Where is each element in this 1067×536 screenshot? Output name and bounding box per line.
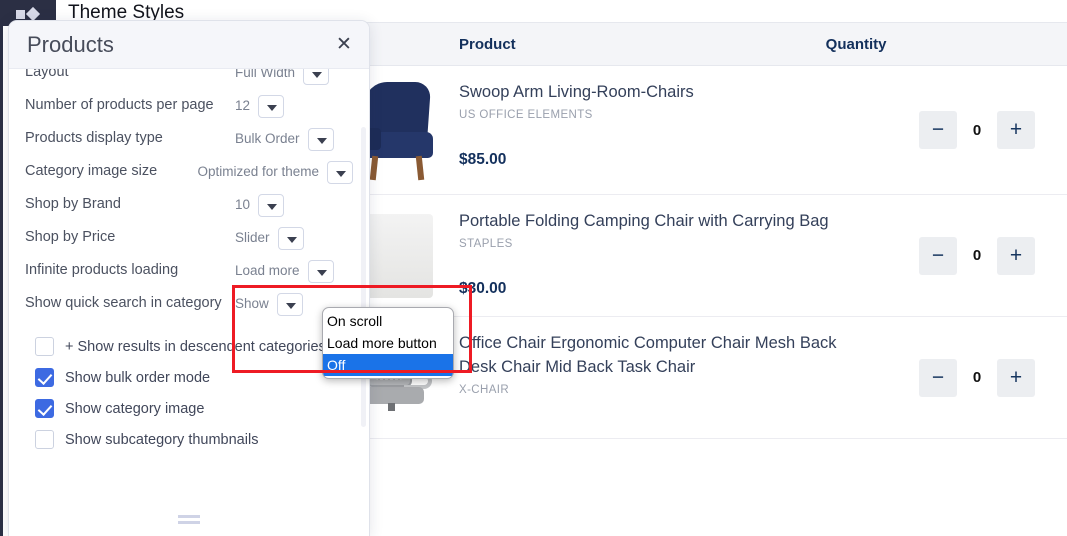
- quantity-stepper[interactable]: − 0 +: [879, 331, 1067, 424]
- folding-chair-image: [363, 213, 433, 298]
- quantity-decrement-button[interactable]: −: [919, 236, 957, 275]
- logo-diamond-shape: [25, 6, 41, 22]
- chevron-down-icon[interactable]: [258, 194, 285, 217]
- product-price: $85.00: [459, 151, 507, 168]
- navy-armchair-image: [359, 80, 437, 181]
- setting-row-products-display-type[interactable]: Products display type Bulk Order: [25, 123, 353, 156]
- checkbox-subcategory-thumbnails[interactable]: [35, 430, 54, 449]
- product-brand: STAPLES: [459, 238, 513, 250]
- setting-value: Full Width: [235, 69, 296, 80]
- setting-row-category-image-size[interactable]: Category image size Optimized for theme: [25, 156, 353, 189]
- chevron-down-icon[interactable]: [327, 161, 353, 184]
- table-header-row: Product Quantity: [337, 23, 1067, 66]
- setting-value: Bulk Order: [235, 131, 300, 146]
- quantity-increment-button[interactable]: +: [997, 358, 1035, 397]
- column-header-product: Product: [459, 35, 516, 53]
- close-icon[interactable]: ✕: [333, 34, 355, 56]
- product-table-card: Product Quantity Swoop Arm Living-Room-C…: [336, 22, 1067, 536]
- table-row[interactable]: Swoop Arm Living-Room-Chairs US OFFICE E…: [337, 66, 1067, 195]
- dropdown-option-load-more-button[interactable]: Load more button: [323, 332, 453, 354]
- quantity-increment-button[interactable]: +: [997, 236, 1035, 275]
- product-price: $30.00: [459, 280, 507, 297]
- quantity-value[interactable]: 0: [963, 122, 991, 139]
- quantity-decrement-button[interactable]: −: [919, 358, 957, 397]
- dialog-body: Layout Full Width Number of products per…: [9, 69, 369, 536]
- checkbox-label: Show subcategory thumbnails: [65, 431, 259, 448]
- setting-label: Shop by Brand: [25, 196, 121, 212]
- setting-label: Show quick search in category: [25, 295, 222, 311]
- page-left-edge: [0, 26, 3, 536]
- resize-handle-icon[interactable]: [178, 515, 200, 524]
- chevron-down-icon[interactable]: [307, 128, 334, 151]
- checkbox-category-image[interactable]: [35, 399, 54, 418]
- checkbox-label: Show bulk order mode: [65, 369, 211, 386]
- app-root: Theme Styles Product Quantity Swoop Arm …: [0, 0, 1067, 536]
- chevron-down-icon[interactable]: [307, 260, 334, 283]
- product-brand: US OFFICE ELEMENTS: [459, 109, 593, 121]
- logo-square-shape: [16, 10, 25, 19]
- product-info: Portable Folding Camping Chair with Carr…: [459, 209, 879, 302]
- setting-value: 12: [235, 98, 251, 113]
- product-brand: X-CHAIR: [459, 384, 510, 396]
- product-info: Swoop Arm Living-Room-Chairs US OFFICE E…: [459, 80, 879, 180]
- quantity-value[interactable]: 0: [963, 247, 991, 264]
- quantity-increment-button[interactable]: +: [997, 111, 1035, 149]
- dialog-title: Products: [27, 31, 114, 57]
- setting-label: Layout: [25, 69, 69, 80]
- setting-label: Category image size: [25, 163, 158, 179]
- setting-row-shop-by-price[interactable]: Shop by Price Slider: [25, 222, 353, 255]
- checkbox-label: Show category image: [65, 400, 205, 417]
- setting-label: Products display type: [25, 130, 163, 146]
- setting-label: Shop by Price: [25, 229, 116, 245]
- setting-row-infinite-products-loading[interactable]: Infinite products loading Load more: [25, 255, 353, 288]
- dialog-scrollbar[interactable]: [361, 127, 366, 427]
- setting-value: Show: [235, 296, 269, 311]
- products-settings-dialog: Products ✕ Layout Full Width Number of p…: [8, 20, 370, 536]
- chevron-down-icon[interactable]: [303, 69, 330, 85]
- setting-value: Load more: [235, 263, 300, 278]
- checkbox-row-subcategory-thumbnails[interactable]: Show subcategory thumbnails: [25, 424, 353, 455]
- product-title[interactable]: Swoop Arm Living-Room-Chairs: [459, 80, 844, 104]
- product-title[interactable]: Portable Folding Camping Chair with Carr…: [459, 209, 844, 233]
- chevron-down-icon[interactable]: [277, 227, 304, 250]
- product-info: Office Chair Ergonomic Computer Chair Me…: [459, 331, 879, 424]
- dropdown-option-off[interactable]: Off: [323, 354, 453, 376]
- table-row[interactable]: Portable Folding Camping Chair with Carr…: [337, 195, 1067, 317]
- settings-list: Layout Full Width Number of products per…: [25, 69, 353, 455]
- quantity-stepper[interactable]: − 0 +: [879, 209, 1067, 302]
- dropdown-option-on-scroll[interactable]: On scroll: [323, 310, 453, 332]
- setting-value: Optimized for theme: [197, 164, 319, 179]
- checkbox-row-descendent-categories[interactable]: + Show results in descendent categories: [25, 331, 353, 362]
- chevron-down-icon[interactable]: [258, 95, 285, 118]
- checkbox-row-bulk-order-mode[interactable]: Show bulk order mode: [25, 362, 353, 393]
- checkbox-label: + Show results in descendent categories: [65, 338, 326, 355]
- dialog-header: Products ✕: [9, 21, 369, 69]
- setting-row-layout[interactable]: Layout Full Width: [25, 69, 353, 90]
- quantity-value[interactable]: 0: [963, 369, 991, 386]
- chevron-down-icon[interactable]: [276, 293, 303, 316]
- quantity-stepper[interactable]: − 0 +: [879, 80, 1067, 180]
- square-diamond-logo-icon[interactable]: [16, 6, 46, 22]
- setting-row-shop-by-brand[interactable]: Shop by Brand 10: [25, 189, 353, 222]
- quantity-decrement-button[interactable]: −: [919, 111, 957, 149]
- checkbox-bulk-order-mode[interactable]: [35, 368, 54, 387]
- setting-label: Infinite products loading: [25, 262, 179, 278]
- checkbox-descendent-categories[interactable]: [35, 337, 54, 356]
- setting-value: Slider: [235, 230, 270, 245]
- infinite-loading-dropdown-popup[interactable]: On scroll Load more button Off: [322, 307, 454, 379]
- setting-row-products-per-page[interactable]: Number of products per page 12: [25, 90, 353, 123]
- checkbox-row-category-image[interactable]: Show category image: [25, 393, 353, 424]
- setting-value: 10: [235, 197, 251, 212]
- column-header-quantity: Quantity: [825, 35, 887, 53]
- product-title[interactable]: Office Chair Ergonomic Computer Chair Me…: [459, 331, 844, 379]
- setting-row-show-quick-search[interactable]: Show quick search in category Show: [25, 288, 353, 321]
- setting-label: Number of products per page: [25, 97, 214, 113]
